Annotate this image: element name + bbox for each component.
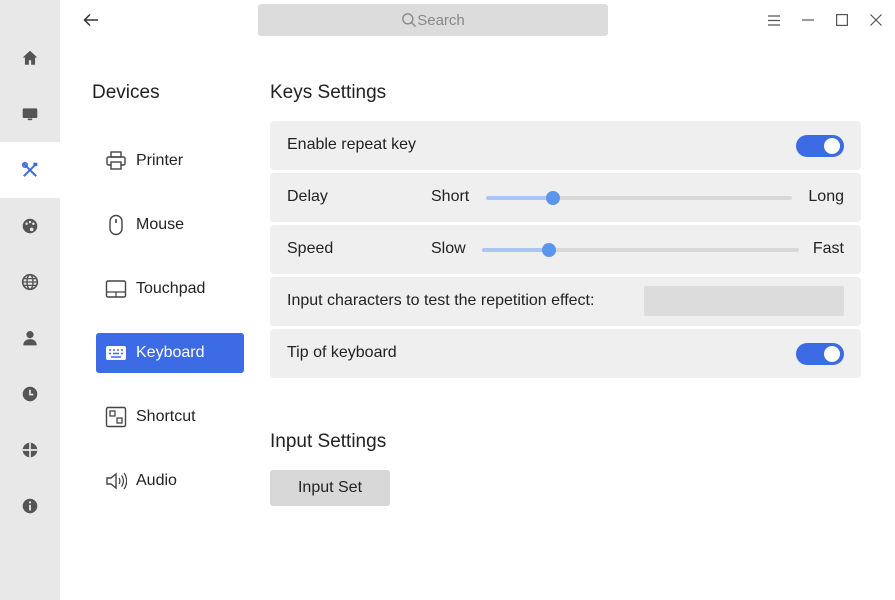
minimize-button[interactable] (798, 10, 818, 30)
device-item-label: Mouse (136, 216, 185, 233)
enable-repeat-toggle[interactable] (796, 135, 844, 157)
globe-icon (21, 273, 39, 291)
keys-settings-title: Keys Settings (270, 82, 387, 103)
enable-repeat-label: Enable repeat key (287, 136, 416, 153)
menu-button[interactable] (764, 10, 784, 30)
speed-slider-handle[interactable] (541, 243, 556, 257)
close-button[interactable] (866, 10, 886, 30)
rail-about[interactable] (0, 478, 60, 534)
maximize-icon (836, 14, 848, 26)
keyboard-tip-row: Tip of keyboard (270, 329, 861, 378)
device-item-printer[interactable]: Printer (96, 141, 244, 181)
repeat-test-label: Input characters to test the repetition … (287, 292, 595, 309)
speed-row: Speed Slow Fast (270, 225, 861, 274)
maximize-button[interactable] (832, 10, 852, 30)
device-item-touchpad[interactable]: Touchpad (96, 269, 244, 309)
delay-slider[interactable] (486, 191, 792, 205)
delay-slider-handle[interactable] (546, 191, 561, 205)
update-icon (22, 442, 38, 458)
delay-max-label: Long (808, 188, 844, 205)
close-icon (870, 14, 882, 26)
back-button[interactable] (78, 8, 104, 32)
input-settings-title: Input Settings (270, 431, 387, 452)
devices-tools-icon (21, 161, 38, 177)
monitor-icon (22, 108, 38, 121)
rail-update[interactable] (0, 422, 60, 478)
rail-account[interactable] (0, 310, 60, 366)
device-item-label: Keyboard (136, 344, 205, 361)
delay-row: Delay Short Long (270, 173, 861, 222)
speed-label: Speed (287, 240, 334, 257)
info-icon (22, 498, 38, 514)
hamburger-icon (768, 14, 780, 26)
printer-icon (105, 150, 127, 172)
keyboard-tip-label: Tip of keyboard (287, 344, 397, 361)
arrow-left-icon (83, 13, 98, 27)
speed-slider[interactable] (482, 243, 799, 257)
speed-min-label: Slow (431, 240, 466, 257)
delay-slider-fill (486, 196, 554, 200)
clock-icon (22, 386, 38, 402)
touchpad-icon (105, 278, 127, 300)
search-icon (402, 13, 417, 27)
device-item-keyboard[interactable]: Keyboard (96, 333, 244, 373)
shortcut-icon (105, 406, 127, 428)
palette-icon (22, 218, 38, 234)
device-item-shortcut[interactable]: Shortcut (96, 397, 244, 437)
rail-network[interactable] (0, 254, 60, 310)
device-item-label: Shortcut (136, 408, 196, 425)
rail-home[interactable] (0, 30, 60, 86)
device-item-label: Touchpad (136, 280, 206, 297)
keyboard-tip-toggle[interactable] (796, 343, 844, 365)
search-placeholder: Search (417, 11, 465, 29)
minimize-icon (802, 19, 814, 21)
rail-personalize[interactable] (0, 198, 60, 254)
delay-label: Delay (287, 188, 328, 205)
rail-datetime[interactable] (0, 366, 60, 422)
device-item-mouse[interactable]: Mouse (96, 205, 244, 245)
mouse-icon (105, 214, 127, 236)
rail-display[interactable] (0, 86, 60, 142)
audio-icon (105, 470, 127, 492)
rail-devices[interactable] (0, 142, 60, 198)
repeat-test-row: Input characters to test the repetition … (270, 277, 861, 326)
repeat-test-input[interactable] (644, 286, 844, 316)
nav-rail (0, 0, 60, 600)
input-set-button[interactable]: Input Set (270, 470, 390, 506)
delay-min-label: Short (431, 188, 470, 205)
user-icon (23, 331, 37, 346)
device-item-label: Printer (136, 152, 184, 169)
search-input[interactable]: Search (258, 4, 608, 36)
device-item-audio[interactable]: Audio (96, 461, 244, 501)
speed-slider-fill (482, 248, 549, 252)
home-icon (22, 50, 38, 65)
enable-repeat-row: Enable repeat key (270, 121, 861, 170)
device-item-label: Audio (136, 472, 177, 489)
keyboard-icon (105, 342, 127, 364)
devices-title: Devices (92, 82, 160, 103)
speed-max-label: Fast (812, 240, 844, 257)
